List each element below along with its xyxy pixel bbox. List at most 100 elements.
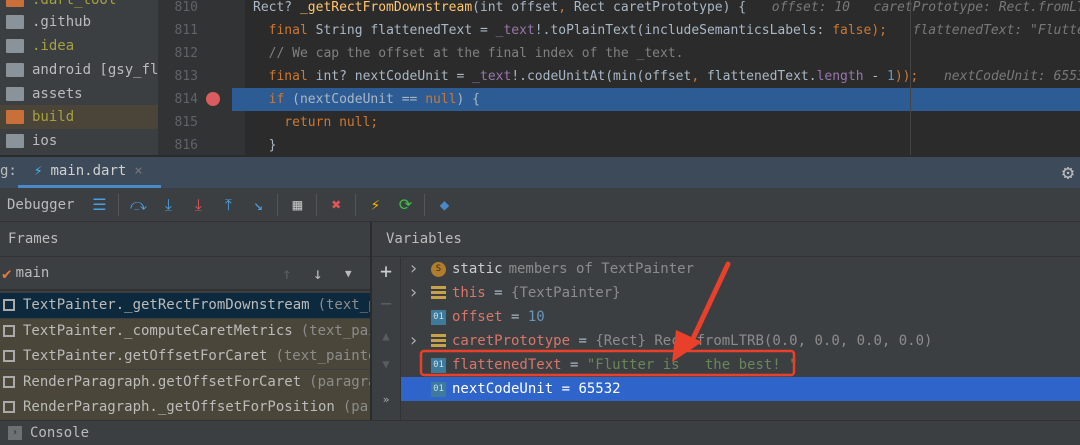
- frame-item[interactable]: TextPainter._computeCaretMetrics (text_pa…: [0, 318, 370, 344]
- console-label: Console: [30, 425, 90, 441]
- object-icon: [431, 333, 446, 349]
- tree-item-assets[interactable]: assets: [0, 82, 158, 106]
- variables-header: Variables: [372, 222, 1080, 257]
- line-number: 815: [174, 115, 198, 130]
- code-token: ) {: [456, 92, 480, 107]
- code-line[interactable]: if (nextCodeUnit == null) {: [232, 88, 1080, 111]
- thread-selector[interactable]: ✔ main ↑ ↓ ▼: [0, 257, 370, 291]
- stack-frame-icon: [3, 401, 15, 413]
- variable-row[interactable]: 01 nextCodeUnit = 65532: [401, 377, 1080, 401]
- frame-item[interactable]: TextPainter.getOffsetForCaret (text_paint…: [0, 344, 370, 369]
- run-to-cursor-icon[interactable]: ↘: [243, 190, 273, 220]
- frame-method: TextPainter._computeCaretMetrics: [23, 322, 293, 339]
- inline-value-hint: offset: 10 caretPrototype: Rect.fromLTRB: [756, 0, 1080, 15]
- inline-value-hint: nextCodeUnit: 65532: [928, 69, 1080, 84]
- line-number: 814: [174, 92, 198, 107]
- variable-row[interactable]: › caretPrototype = {Rect} Rect.fromLTRB(0…: [401, 329, 1080, 353]
- watch-toolbar: + − ▲ ▼ »: [372, 257, 401, 420]
- code-token: final: [253, 23, 316, 38]
- line-number: 812: [174, 46, 198, 61]
- debug-label: g:: [0, 163, 17, 179]
- breakpoint-icon[interactable]: [206, 92, 220, 106]
- code-token: 1: [887, 69, 895, 84]
- code-line[interactable]: Rect? _getRectFromDownstream(int offset,…: [232, 0, 1080, 19]
- dropdown-icon[interactable]: ▼: [345, 267, 352, 280]
- variable-name: flattenedText: [452, 357, 562, 373]
- code-line[interactable]: final int? nextCodeUnit = _text!.codeUni…: [232, 65, 1080, 88]
- tree-item-ios[interactable]: ios: [0, 129, 158, 153]
- gear-icon[interactable]: ⚙: [1062, 160, 1074, 184]
- drop-frame-icon[interactable]: ✖: [321, 190, 351, 220]
- line-number: 811: [174, 23, 198, 38]
- arrow-up-icon[interactable]: ↑: [282, 264, 292, 283]
- code-line[interactable]: }: [232, 134, 1080, 157]
- expand-chevron-icon[interactable]: ›: [408, 329, 419, 353]
- variable-value: {TextPainter}: [511, 285, 621, 301]
- tree-item-build[interactable]: build: [0, 105, 158, 129]
- hot-reload-icon[interactable]: ⚡: [360, 190, 390, 220]
- flutter-icon: ⚡: [34, 163, 43, 179]
- frame-item[interactable]: RenderParagraph._getOffsetForPosition (pa…: [0, 395, 370, 420]
- static-icon: S: [431, 261, 446, 277]
- tree-item-android[interactable]: android [gsy_flutter_demo]: [0, 58, 158, 82]
- tree-item-idea[interactable]: .idea: [0, 34, 158, 58]
- arrow-down-icon[interactable]: ↓: [313, 264, 323, 283]
- layout-icon[interactable]: ☰: [84, 190, 114, 220]
- step-over-icon[interactable]: ⤓: [153, 190, 183, 220]
- frame-location: (paragraph.dart): [342, 399, 370, 415]
- inline-value-hint: flattenedText: "Flutter: [897, 23, 1080, 38]
- code-token: ,: [558, 0, 574, 15]
- code-token: int? nextCodeUnit =: [315, 69, 473, 84]
- variable-row[interactable]: › Sstatic members of TextPainter: [401, 257, 1080, 281]
- variable-row[interactable]: › this = {TextPainter}: [401, 281, 1080, 305]
- force-step-into-icon[interactable]: ⤓: [183, 190, 213, 220]
- stack-frame-icon: [3, 350, 15, 362]
- more-icon[interactable]: »: [372, 393, 400, 406]
- debug-tab-bar: g: ⚡ main.dart × ⚙: [0, 155, 1080, 188]
- move-down-icon[interactable]: ▼: [372, 357, 400, 371]
- variable-value: members of TextPainter: [508, 261, 695, 277]
- code-token: );: [871, 23, 887, 38]
- tree-item-github[interactable]: .github: [0, 10, 158, 34]
- evaluate-expression-icon[interactable]: ▦: [282, 190, 312, 220]
- code-token: }: [253, 138, 277, 153]
- variables-panel: Variables + − ▲ ▼ » › Sstatic members of T…: [372, 222, 1080, 420]
- check-icon: ✔: [2, 263, 12, 283]
- hot-restart-icon[interactable]: ⟳: [390, 190, 420, 220]
- variable-row[interactable]: 01 flattenedText = "Flutter is ￼ the best…: [401, 353, 1080, 377]
- code-token: null: [425, 92, 457, 107]
- code-line[interactable]: final String flattenedText = _text!.toPl…: [232, 19, 1080, 42]
- stack-frame-icon: [3, 324, 15, 337]
- remove-watch-icon[interactable]: −: [372, 291, 400, 315]
- move-up-icon[interactable]: ▲: [372, 329, 400, 343]
- line-number: 813: [174, 69, 198, 84]
- frame-item[interactable]: RenderParagraph.getOffsetForCaret (paragr…: [0, 369, 370, 395]
- frame-method: TextPainter.getOffsetForCaret: [23, 348, 268, 364]
- tab-main-dart[interactable]: ⚡ main.dart ×: [18, 157, 161, 188]
- code-line[interactable]: return null;: [232, 111, 1080, 134]
- code-token: return null: [253, 115, 371, 130]
- expand-chevron-icon[interactable]: ›: [408, 257, 419, 281]
- primitive-icon: 01: [431, 309, 446, 325]
- close-icon[interactable]: ×: [134, 163, 142, 179]
- code-line[interactable]: // We cap the offset at the final index …: [232, 42, 1080, 65]
- variable-value: 10: [527, 309, 545, 325]
- step-out-icon[interactable]: ⤒: [213, 190, 243, 220]
- console-tab[interactable]: › Console: [0, 420, 1080, 445]
- code-token: _getRectFromDownstream: [299, 0, 473, 15]
- variable-value: "Flutter is ￼ the best! ": [586, 357, 798, 373]
- code-token: String flattenedText =: [315, 23, 496, 38]
- module-folder-icon: [6, 134, 24, 148]
- add-watch-icon[interactable]: +: [372, 259, 400, 283]
- frame-item[interactable]: TextPainter._getRectFromDownstream (text_…: [0, 293, 370, 318]
- object-icon: [431, 285, 446, 301]
- line-number: 810: [174, 0, 198, 15]
- code-token: !.codeUnitAt(min(offset: [511, 69, 692, 84]
- expand-chevron-icon[interactable]: ›: [408, 281, 419, 305]
- right-margin-guide: [910, 0, 911, 155]
- variable-row[interactable]: 01 offset = 10: [401, 305, 1080, 329]
- code-token: final: [253, 69, 316, 84]
- show-execution-point-icon[interactable]: ⤼: [123, 190, 153, 220]
- stack-frame-icon: [3, 299, 15, 311]
- dart-devtools-icon[interactable]: ◆: [429, 190, 459, 220]
